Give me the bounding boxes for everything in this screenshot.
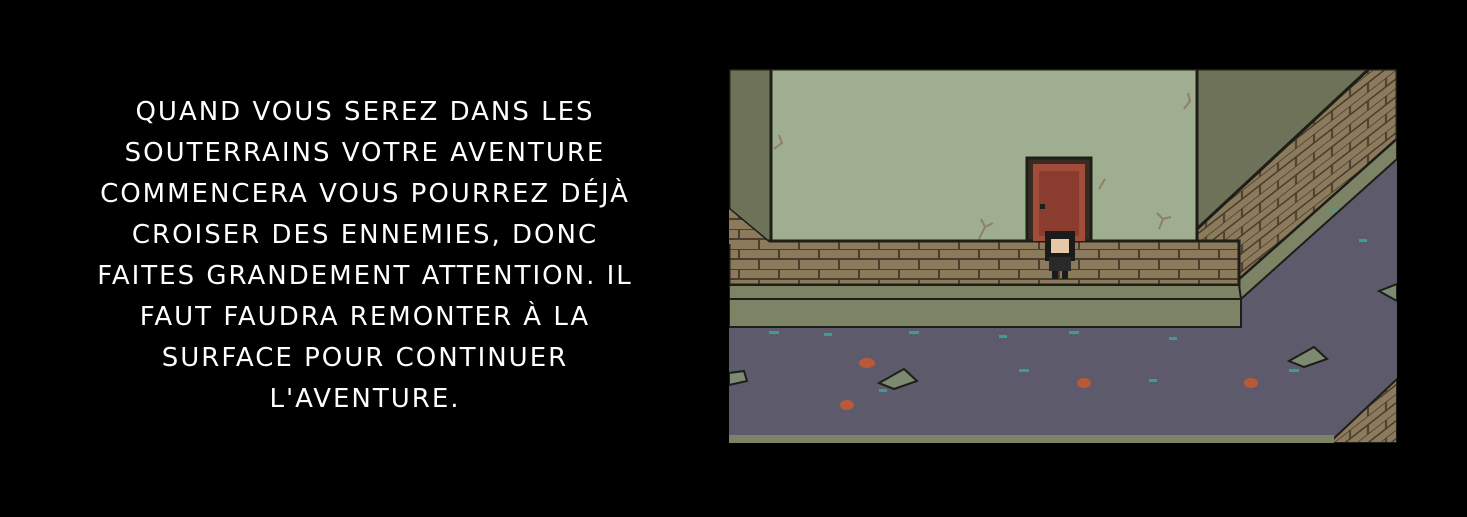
walkway-ledge	[729, 284, 1242, 328]
description-line: L'AVENTURE.	[269, 384, 461, 414]
description-line: SURFACE POUR CONTINUER	[161, 343, 569, 373]
door	[1025, 156, 1093, 243]
back-wall	[769, 69, 1199, 243]
description-line: FAITES GRANDEMENT ATTENTION. IL	[97, 261, 633, 291]
brick-walkway	[729, 239, 1241, 287]
description-text: QUAND VOUS SEREZ DANS LES SOUTERRAINS VO…	[58, 92, 672, 420]
description-line: COMMENCERA VOUS POURREZ DÉJÀ	[100, 179, 630, 209]
game-screenshot	[729, 69, 1397, 443]
description-line: CROISER DES ENNEMIES, DONC	[131, 220, 599, 250]
description-line: SOUTERRAINS VOTRE AVENTURE	[124, 138, 606, 168]
description-line: QUAND VOUS SEREZ DANS LES	[135, 97, 595, 127]
page: QUAND VOUS SEREZ DANS LES SOUTERRAINS VO…	[0, 0, 1467, 517]
description-line: FAUT FAUDRA REMONTER À LA	[139, 302, 591, 332]
lower-ledge	[729, 435, 1334, 443]
